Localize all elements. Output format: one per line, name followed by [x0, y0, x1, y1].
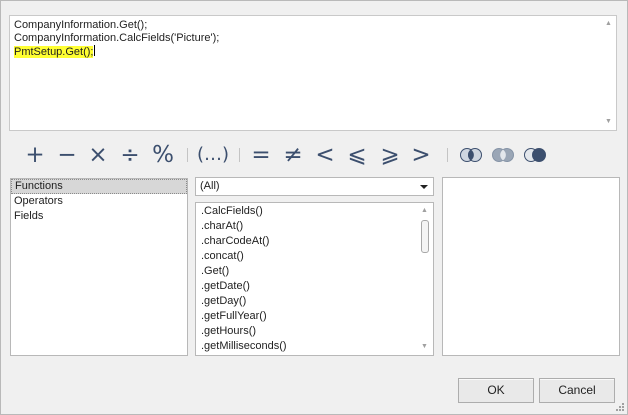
- code-line-1: CompanyInformation.Get();: [14, 19, 148, 31]
- scroll-up-arrow-icon[interactable]: ▲: [601, 18, 616, 30]
- scroll-up-arrow-icon[interactable]: ▲: [417, 205, 432, 217]
- list-item[interactable]: .getFullYear(): [196, 309, 416, 324]
- category-list[interactable]: Functions Operators Fields: [10, 178, 188, 356]
- category-operators[interactable]: Operators: [11, 194, 187, 209]
- code-line-2: CompanyInformation.CalcFields('Picture')…: [14, 32, 220, 44]
- expression-editor-dialog: CompanyInformation.Get(); CompanyInforma…: [0, 0, 628, 415]
- scrollbar-thumb[interactable]: [421, 220, 429, 253]
- less-than-button[interactable]: <: [313, 141, 337, 169]
- function-list-scrollbar[interactable]: ▲ ▼: [417, 203, 433, 355]
- not-venn-icon[interactable]: [524, 147, 546, 163]
- category-fields[interactable]: Fields: [11, 209, 187, 224]
- function-list[interactable]: .CalcFields() .charAt() .charCodeAt() .c…: [195, 202, 434, 356]
- editor-vertical-scrollbar[interactable]: ▲ ▼: [601, 16, 616, 130]
- list-item[interactable]: .getDay(): [196, 294, 416, 309]
- description-panel: [442, 177, 620, 356]
- plus-button[interactable]: +: [23, 141, 47, 169]
- list-item[interactable]: .getHours(): [196, 324, 416, 339]
- resize-grip-icon[interactable]: [616, 403, 624, 411]
- filter-dropdown[interactable]: (All): [195, 177, 434, 196]
- parentheses-button[interactable]: (…): [197, 141, 229, 169]
- modulo-button[interactable]: %: [150, 141, 176, 169]
- equals-button[interactable]: =: [249, 141, 273, 169]
- minus-button[interactable]: −: [55, 141, 79, 169]
- highlighted-code: PmtSetup.Get();: [14, 46, 94, 58]
- not-equal-button[interactable]: ≠: [281, 141, 305, 169]
- and-venn-icon[interactable]: [460, 147, 482, 163]
- text-caret: [94, 45, 96, 56]
- code-line-3: PmtSetup.Get();: [14, 45, 596, 58]
- list-item[interactable]: .getDate(): [196, 279, 416, 294]
- scroll-down-arrow-icon[interactable]: ▼: [601, 116, 616, 128]
- list-item[interactable]: .Get(): [196, 264, 416, 279]
- filter-value: (All): [200, 180, 220, 192]
- chevron-down-icon[interactable]: [420, 185, 428, 189]
- multiply-button[interactable]: ×: [86, 141, 110, 169]
- cancel-button[interactable]: Cancel: [539, 378, 615, 403]
- code-area[interactable]: CompanyInformation.Get(); CompanyInforma…: [14, 19, 596, 58]
- list-item[interactable]: .concat(): [196, 249, 416, 264]
- scroll-down-arrow-icon[interactable]: ▼: [417, 341, 432, 353]
- list-item[interactable]: .getMilliseconds(): [196, 339, 416, 354]
- greater-than-button[interactable]: >: [409, 141, 433, 169]
- toolbar-separator: [239, 148, 240, 162]
- list-item[interactable]: .charAt(): [196, 219, 416, 234]
- ok-button[interactable]: OK: [458, 378, 534, 403]
- toolbar-separator: [447, 148, 448, 162]
- less-or-equal-button[interactable]: ⩽: [345, 141, 369, 169]
- expression-text-editor[interactable]: CompanyInformation.Get(); CompanyInforma…: [9, 15, 617, 131]
- operator-toolbar: + − × ÷ % (…) = ≠ < ⩽ ⩾ >: [23, 141, 583, 169]
- function-items: .CalcFields() .charAt() .charCodeAt() .c…: [196, 204, 416, 354]
- greater-or-equal-button[interactable]: ⩾: [378, 141, 402, 169]
- toolbar-separator: [187, 148, 188, 162]
- or-venn-icon[interactable]: [492, 147, 514, 163]
- list-item[interactable]: .charCodeAt(): [196, 234, 416, 249]
- list-item[interactable]: .CalcFields(): [196, 204, 416, 219]
- category-functions[interactable]: Functions: [11, 179, 187, 194]
- divide-button[interactable]: ÷: [118, 141, 142, 169]
